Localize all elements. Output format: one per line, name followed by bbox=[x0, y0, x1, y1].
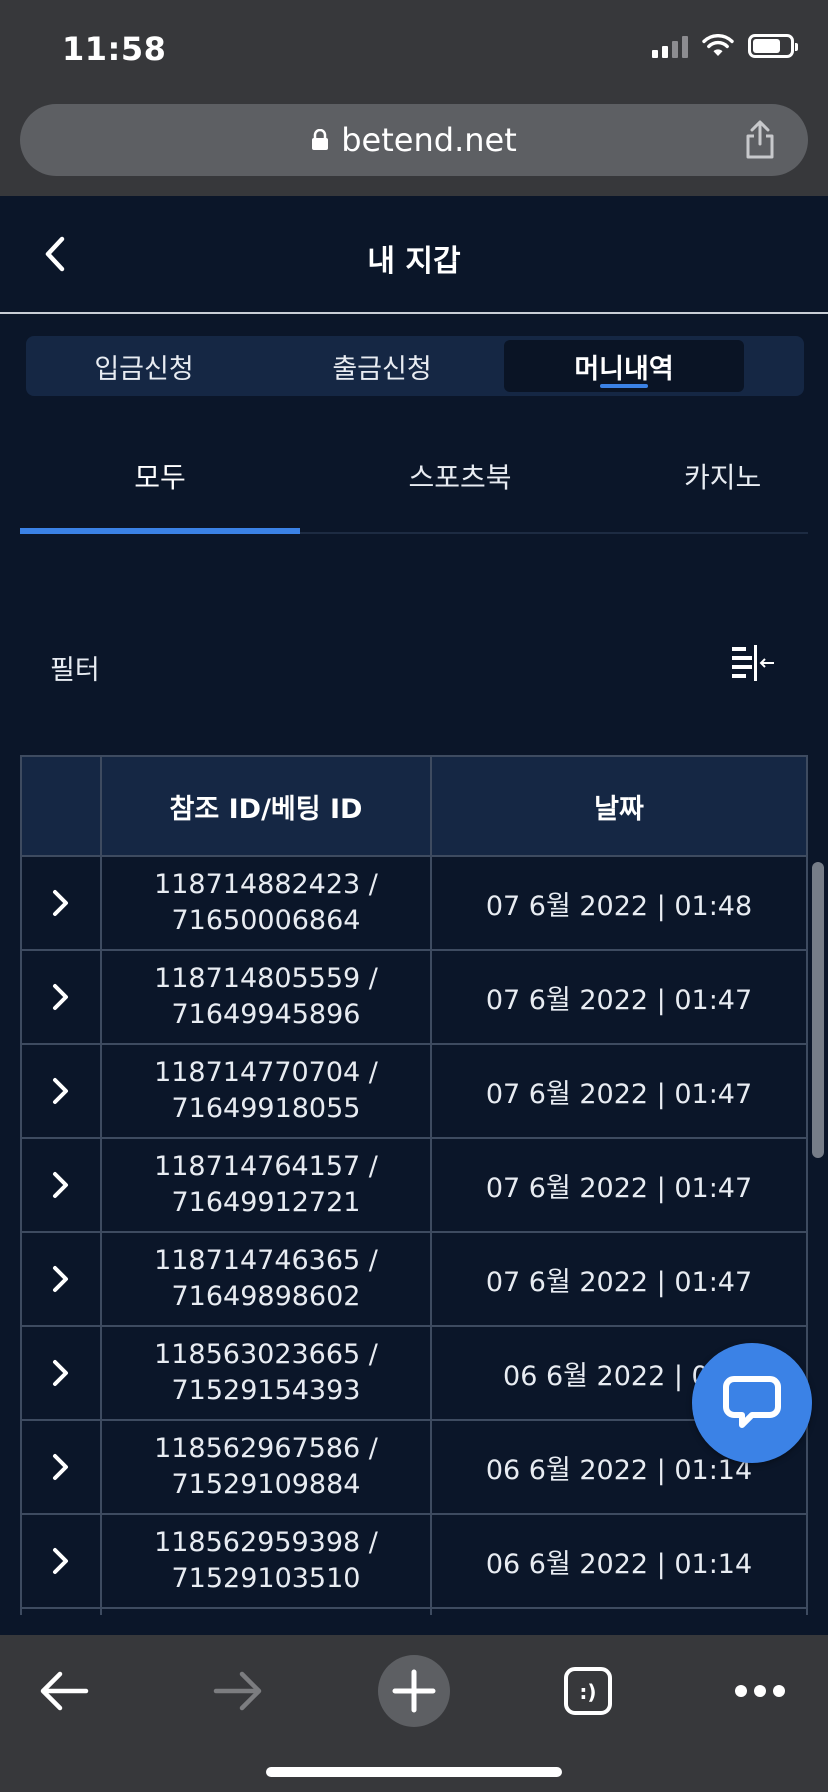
tab-label: 머니내역 bbox=[574, 353, 674, 385]
tab-money-history[interactable]: 머니내역 bbox=[504, 340, 744, 392]
tab-withdraw-request[interactable]: 출금신청 bbox=[262, 336, 502, 396]
chevron-right-icon[interactable] bbox=[51, 1452, 71, 1482]
bet-id: 71649912721 bbox=[171, 1187, 361, 1218]
bet-id: 71649898602 bbox=[171, 1281, 361, 1312]
browser-forward-button[interactable] bbox=[202, 1655, 274, 1727]
table-row[interactable]: 118714746365 / 71649898602 07 6월 2022 | 0… bbox=[22, 1233, 806, 1327]
browser-back-button[interactable] bbox=[28, 1655, 100, 1727]
tab-sportsbook[interactable]: 스포츠북 bbox=[300, 434, 620, 532]
bet-id: 71649918055 bbox=[171, 1093, 361, 1124]
tab-all[interactable]: 모두 bbox=[20, 434, 300, 532]
table-row[interactable]: 118714882423 / 71650006864 07 6월 2022 | 0… bbox=[22, 857, 806, 951]
home-indicator bbox=[266, 1767, 562, 1777]
ref-id-cell: 118714746365 / 71649898602 bbox=[102, 1233, 432, 1325]
chevron-right-icon[interactable] bbox=[51, 1264, 71, 1294]
table-row[interactable]: 118714770704 / 71649918055 07 6월 2022 | 0… bbox=[22, 1045, 806, 1139]
ref-id: 118714764157 / bbox=[154, 1151, 378, 1182]
bet-id: 71650006864 bbox=[171, 905, 361, 936]
bet-id: 71649945896 bbox=[171, 999, 361, 1030]
browser-bottom-bar: :) bbox=[0, 1635, 828, 1792]
wifi-icon bbox=[702, 34, 734, 56]
lock-icon bbox=[312, 129, 329, 150]
chevron-right-icon[interactable] bbox=[51, 1358, 71, 1388]
table-scrollbar[interactable] bbox=[812, 862, 824, 1158]
bet-id: 71529109884 bbox=[171, 1469, 361, 1500]
date-cell: 07 6월 2022 | 01:48 bbox=[485, 890, 753, 922]
chevron-right-icon[interactable] bbox=[51, 1546, 71, 1576]
header-cell-date: 날짜 bbox=[594, 793, 644, 825]
date-cell: 06 6월 2022 | 01:14 bbox=[485, 1548, 753, 1580]
ref-id-cell: 118714805559 / 71649945896 bbox=[102, 951, 432, 1043]
table-row[interactable]: 118563023665 /71529154393 06 6월 2022 | 0… bbox=[22, 1327, 806, 1421]
ref-id-cell: 118562959398 / 71529103510 bbox=[102, 1515, 432, 1607]
tab-label: 카지노 bbox=[684, 461, 762, 494]
table-row[interactable]: 118562959398 / 71529103510 06 6월 2022 | 0… bbox=[22, 1515, 806, 1609]
ref-id-cell: 118563023665 / 71529154393 bbox=[102, 1327, 432, 1419]
tabs-button[interactable]: :) bbox=[552, 1655, 624, 1727]
new-tab-button[interactable] bbox=[378, 1655, 450, 1727]
table-row[interactable] bbox=[22, 1609, 806, 1615]
active-tab-indicator bbox=[600, 384, 648, 388]
chat-bubble-icon bbox=[723, 1376, 781, 1428]
more-dots-icon bbox=[735, 1685, 785, 1697]
arrow-left-icon bbox=[40, 1671, 89, 1711]
ref-id: 118714805559 / bbox=[154, 963, 378, 994]
header-cell-expand bbox=[22, 757, 102, 855]
share-icon[interactable] bbox=[742, 120, 778, 160]
more-button[interactable] bbox=[724, 1655, 796, 1727]
address-bar[interactable]: betend.net bbox=[20, 104, 808, 176]
bet-id: 71529103510 bbox=[171, 1563, 361, 1594]
ref-id: 118714770704 / bbox=[154, 1057, 378, 1088]
plus-icon bbox=[392, 1669, 436, 1713]
chevron-right-icon[interactable] bbox=[51, 982, 71, 1012]
tab-label: 입금신청 bbox=[94, 353, 194, 385]
battery-icon bbox=[748, 34, 798, 58]
tab-deposit-request[interactable]: 입금신청 bbox=[26, 336, 262, 396]
table-row[interactable]: 118714805559 / 71649945896 07 6월 2022 | 0… bbox=[22, 951, 806, 1045]
table-row[interactable]: 118714764157 / 71649912721 07 6월 2022 | 0… bbox=[22, 1139, 806, 1233]
tabs-icon: :) bbox=[564, 1667, 612, 1715]
date-cell: 07 6월 2022 | 01:47 bbox=[485, 1172, 753, 1204]
tab-label: 출금신청 bbox=[332, 353, 432, 385]
ref-id-cell: 118714882423 / 71650006864 bbox=[102, 857, 432, 949]
category-tabs: 모두 스포츠북 카지노 bbox=[20, 434, 808, 534]
browser-top-bar: 11:58 betend.net bbox=[0, 0, 828, 196]
ref-id: 118562959398 / bbox=[154, 1527, 378, 1558]
ref-id: 118563023665 / bbox=[154, 1339, 378, 1370]
tabs-badge-text: :) bbox=[579, 1680, 596, 1704]
wallet-tabs: 입금신청 출금신청 머니내역 bbox=[26, 336, 804, 396]
page-header: 내 지갑 bbox=[0, 196, 828, 314]
ref-id-cell: 118562967586 / 71529109884 bbox=[102, 1421, 432, 1513]
status-time: 11:58 bbox=[62, 30, 167, 68]
ref-id-cell: 118714770704 / 71649918055 bbox=[102, 1045, 432, 1137]
date-cell: 07 6월 2022 | 01:47 bbox=[485, 1078, 753, 1110]
cellular-signal-icon bbox=[652, 34, 688, 58]
tab-casino[interactable]: 카지노 bbox=[620, 434, 828, 532]
arrow-right-icon bbox=[213, 1671, 262, 1711]
table-row[interactable]: 118562967586 /71529109884 06 6월 2022 | 0… bbox=[22, 1421, 806, 1515]
filter-collapse-icon[interactable] bbox=[732, 645, 776, 683]
ref-id: 118714882423 / bbox=[154, 869, 378, 900]
screen: 11:58 betend.net 내 지갑 입금신청 출금신청 머니내역 모두 … bbox=[0, 0, 828, 1792]
status-icons bbox=[652, 34, 798, 58]
tab-label: 스포츠북 bbox=[408, 461, 512, 494]
bet-id: 71529154393 bbox=[171, 1375, 361, 1406]
ref-id: 118714746365 / bbox=[154, 1245, 378, 1276]
ref-id: 118562967586 / bbox=[154, 1433, 378, 1464]
filter-label[interactable]: 필터 bbox=[50, 648, 100, 687]
chevron-right-icon[interactable] bbox=[51, 888, 71, 918]
url-text: betend.net bbox=[341, 121, 517, 159]
chevron-right-icon[interactable] bbox=[51, 1170, 71, 1200]
header-cell-ref-id: 참조 ID/베팅 ID bbox=[102, 757, 432, 855]
date-cell: 07 6월 2022 | 01:47 bbox=[485, 984, 753, 1016]
date-cell: 07 6월 2022 | 01:47 bbox=[485, 1266, 753, 1298]
page-title: 내 지갑 bbox=[367, 244, 461, 279]
active-tab-indicator bbox=[20, 528, 300, 534]
tab-label: 모두 bbox=[134, 461, 186, 494]
table-header: 참조 ID/베팅 ID 날짜 bbox=[22, 755, 806, 857]
chevron-right-icon[interactable] bbox=[51, 1076, 71, 1106]
live-chat-button[interactable] bbox=[692, 1343, 812, 1463]
transactions-table: 참조 ID/베팅 ID 날짜 118714882423 / 71650006864… bbox=[20, 755, 808, 1615]
ref-id-cell: 118714764157 / 71649912721 bbox=[102, 1139, 432, 1231]
